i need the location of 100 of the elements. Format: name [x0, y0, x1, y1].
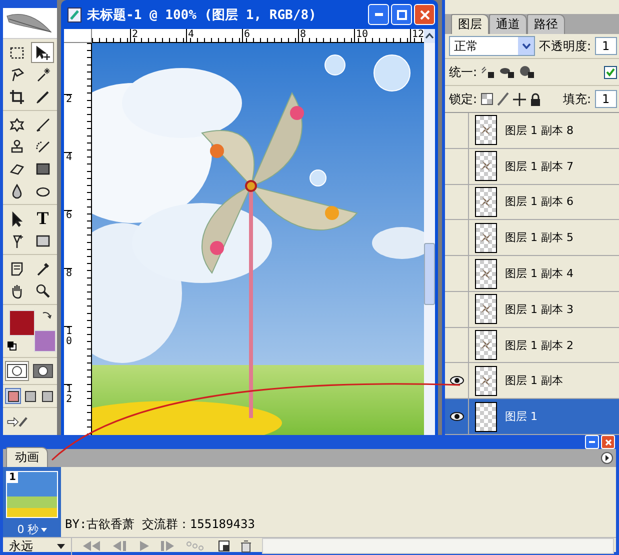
style-lock-icon[interactable] [519, 65, 536, 79]
window-icon [8, 390, 18, 402]
layer-name: 图层 1 [505, 409, 538, 424]
document-icon [67, 6, 83, 22]
fill-label: 填充: [563, 90, 592, 108]
checkmark-icon [606, 68, 615, 76]
layer-row[interactable]: 图层 1 副本 5 [445, 220, 619, 256]
layer-name: 图层 1 副本 8 [505, 122, 574, 138]
swap-arrows-icon[interactable] [41, 309, 53, 321]
ruler-label: 6 [64, 210, 72, 268]
pinwheel-icon [480, 160, 492, 172]
layer-name: 图层 1 副本 3 [505, 302, 574, 317]
pinwheel-icon [480, 339, 492, 352]
zoom-icon [34, 282, 51, 298]
close-icon [604, 438, 612, 446]
mask-mode-button[interactable] [30, 361, 55, 381]
frame-delay-dropdown[interactable]: 0 秒 [17, 522, 47, 537]
crop-icon [9, 88, 26, 104]
window-title: 未标题-1 @ 100% (图层 1, RGB/8) [87, 6, 316, 24]
eye-icon [450, 412, 464, 422]
layer-row[interactable]: 图层 1 副本 3 [445, 292, 619, 328]
ruler-label: 2 [130, 29, 186, 42]
panel-tab[interactable]: 图层 [451, 14, 489, 34]
lock-label: 锁定: [449, 90, 478, 108]
eye-icon [450, 376, 464, 386]
lock-icon[interactable] [530, 92, 542, 106]
background-color-swatch[interactable] [34, 330, 56, 352]
maximize-icon [396, 10, 406, 20]
unify-label: 统一: [449, 64, 478, 80]
panel-menu-icon[interactable] [601, 452, 613, 464]
minimize-icon [589, 441, 595, 443]
checkbox[interactable] [604, 66, 617, 78]
rectangle-icon [34, 232, 51, 248]
tool-button[interactable]: T [31, 208, 54, 229]
scrollbar-thumb[interactable] [424, 243, 435, 305]
opacity-label: 不透明度: [539, 38, 592, 54]
ruler-label: 10 [64, 326, 72, 384]
ruler-label: 8 [298, 29, 354, 42]
layer-row[interactable]: 图层 1 副本 6 [445, 184, 619, 220]
pinwheel-icon [480, 196, 492, 208]
stamp-icon [9, 138, 26, 154]
layer-row[interactable]: 图层 1 副本 4 [445, 256, 619, 292]
close-button[interactable] [414, 4, 435, 25]
screen-mode-button[interactable] [22, 388, 38, 404]
close-button[interactable] [601, 435, 615, 449]
maximize-button[interactable] [391, 4, 412, 25]
ruler-label: 6 [242, 29, 298, 42]
visibility-lock-icon[interactable] [499, 65, 516, 79]
note-icon [9, 260, 26, 276]
layer-row[interactable]: 图层 1 副本 7 [445, 148, 619, 185]
trash-icon[interactable] [240, 540, 252, 552]
minimize-button[interactable] [585, 435, 599, 449]
loop-dropdown[interactable]: 永远 [3, 538, 72, 554]
pinwheel-icon [480, 124, 492, 136]
layer-row[interactable]: 图层 1 [445, 399, 619, 435]
window-icon [24, 390, 36, 402]
credit-text: BY:古欲香萧 交流群：155189433 [65, 516, 255, 533]
pinwheel-icon [480, 232, 492, 244]
layer-thumbnail [475, 402, 497, 432]
default-colors-icon[interactable] [7, 341, 17, 351]
tool-button[interactable] [31, 42, 54, 63]
layer-name: 图层 1 副本 7 [505, 158, 574, 174]
opacity-field[interactable]: 1 [595, 37, 617, 55]
ruler-label: 4 [64, 152, 72, 210]
horizontal-scrollbar[interactable] [262, 538, 614, 554]
mask-mode-button[interactable] [5, 361, 30, 381]
blend-mode-dropdown[interactable]: 正常 [449, 36, 535, 56]
panel-tab[interactable]: 动画 [6, 447, 48, 467]
lasso-icon [9, 66, 26, 82]
foreground-color-swatch[interactable] [9, 310, 35, 336]
layer-row[interactable]: 图层 1 副本 8 [445, 113, 619, 149]
window-icon [42, 390, 52, 402]
minimize-button[interactable] [368, 4, 389, 25]
layer-name: 图层 1 副本 5 [505, 230, 574, 246]
ruler-label: 4 [186, 29, 242, 42]
dropdown-arrow-icon [57, 544, 65, 548]
frame-number: 1 [7, 472, 18, 483]
layer-name: 图层 1 副本 4 [505, 266, 574, 282]
gradient-icon [34, 160, 51, 176]
animation-frame[interactable]: 1 0 秒 [3, 467, 61, 537]
panel-tab[interactable]: 通道 [489, 14, 527, 34]
fill-field[interactable]: 1 [595, 90, 617, 108]
transparency-lock-icon[interactable] [481, 93, 494, 105]
move-icon[interactable] [513, 92, 526, 106]
screen-mode-button[interactable] [39, 388, 55, 404]
layer-name: 图层 1 副本 6 [505, 194, 574, 210]
layer-row[interactable]: 图层 1 副本 2 [445, 328, 619, 364]
ruler-label: 10 [354, 29, 410, 42]
screen-mode-button[interactable] [5, 388, 21, 404]
dropdown-arrow-icon [40, 528, 47, 532]
layer-name: 图层 1 副本 2 [505, 338, 574, 353]
chevron-down-icon [522, 43, 530, 49]
pinwheel-icon [480, 303, 492, 316]
pinwheel-icon [480, 374, 492, 387]
panel-tab[interactable]: 路径 [527, 14, 565, 34]
layer-name: 图层 1 副本 [505, 373, 563, 388]
scroll-up-icon[interactable] [425, 33, 434, 39]
position-lock-icon[interactable] [481, 65, 496, 79]
move-icon [34, 44, 51, 60]
new-frame-icon[interactable] [218, 540, 230, 552]
